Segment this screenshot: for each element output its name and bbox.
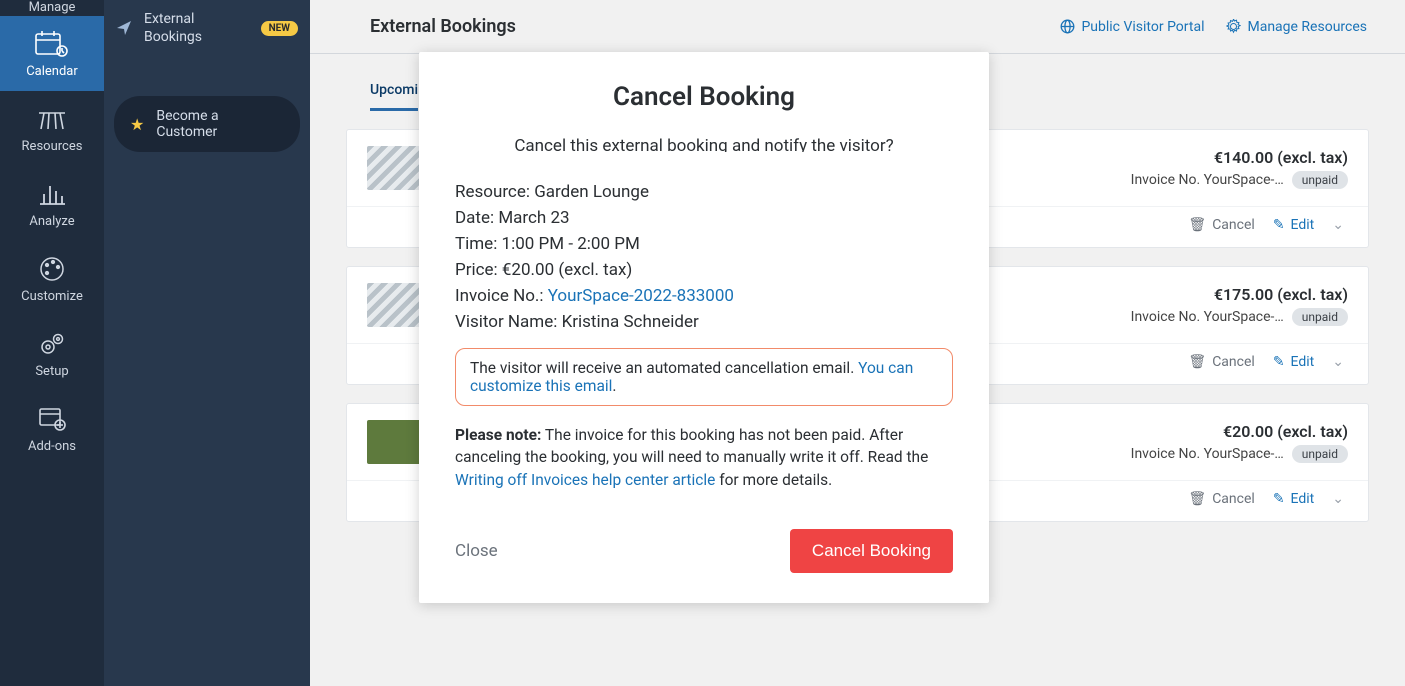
modal-price: €20.00 (excl. tax) xyxy=(502,260,632,280)
modal-title: Cancel Booking xyxy=(455,82,953,112)
cancel-booking-modal: Cancel Booking Cancel this external book… xyxy=(419,52,989,603)
modal-time: 1:00 PM - 2:00 PM xyxy=(502,234,640,254)
modal-subtitle: Cancel this external booking and notify … xyxy=(455,136,953,156)
cancel-booking-button[interactable]: Cancel Booking xyxy=(790,529,953,573)
close-button[interactable]: Close xyxy=(455,541,498,561)
modal-date: March 23 xyxy=(498,208,569,228)
modal-note: Please note: The invoice for this bookin… xyxy=(455,424,953,491)
modal-resource: Garden Lounge xyxy=(534,182,649,202)
help-article-link[interactable]: Writing off Invoices help center article xyxy=(455,471,715,489)
modal-visitor: Kristina Schneider xyxy=(562,312,699,332)
modal-actions: Close Cancel Booking xyxy=(455,529,953,573)
modal-info: Resource: Garden Lounge Date: March 23 T… xyxy=(455,182,953,332)
modal-invoice-link[interactable]: YourSpace-2022-833000 xyxy=(548,286,734,306)
modal-callout: The visitor will receive an automated ca… xyxy=(455,348,953,406)
